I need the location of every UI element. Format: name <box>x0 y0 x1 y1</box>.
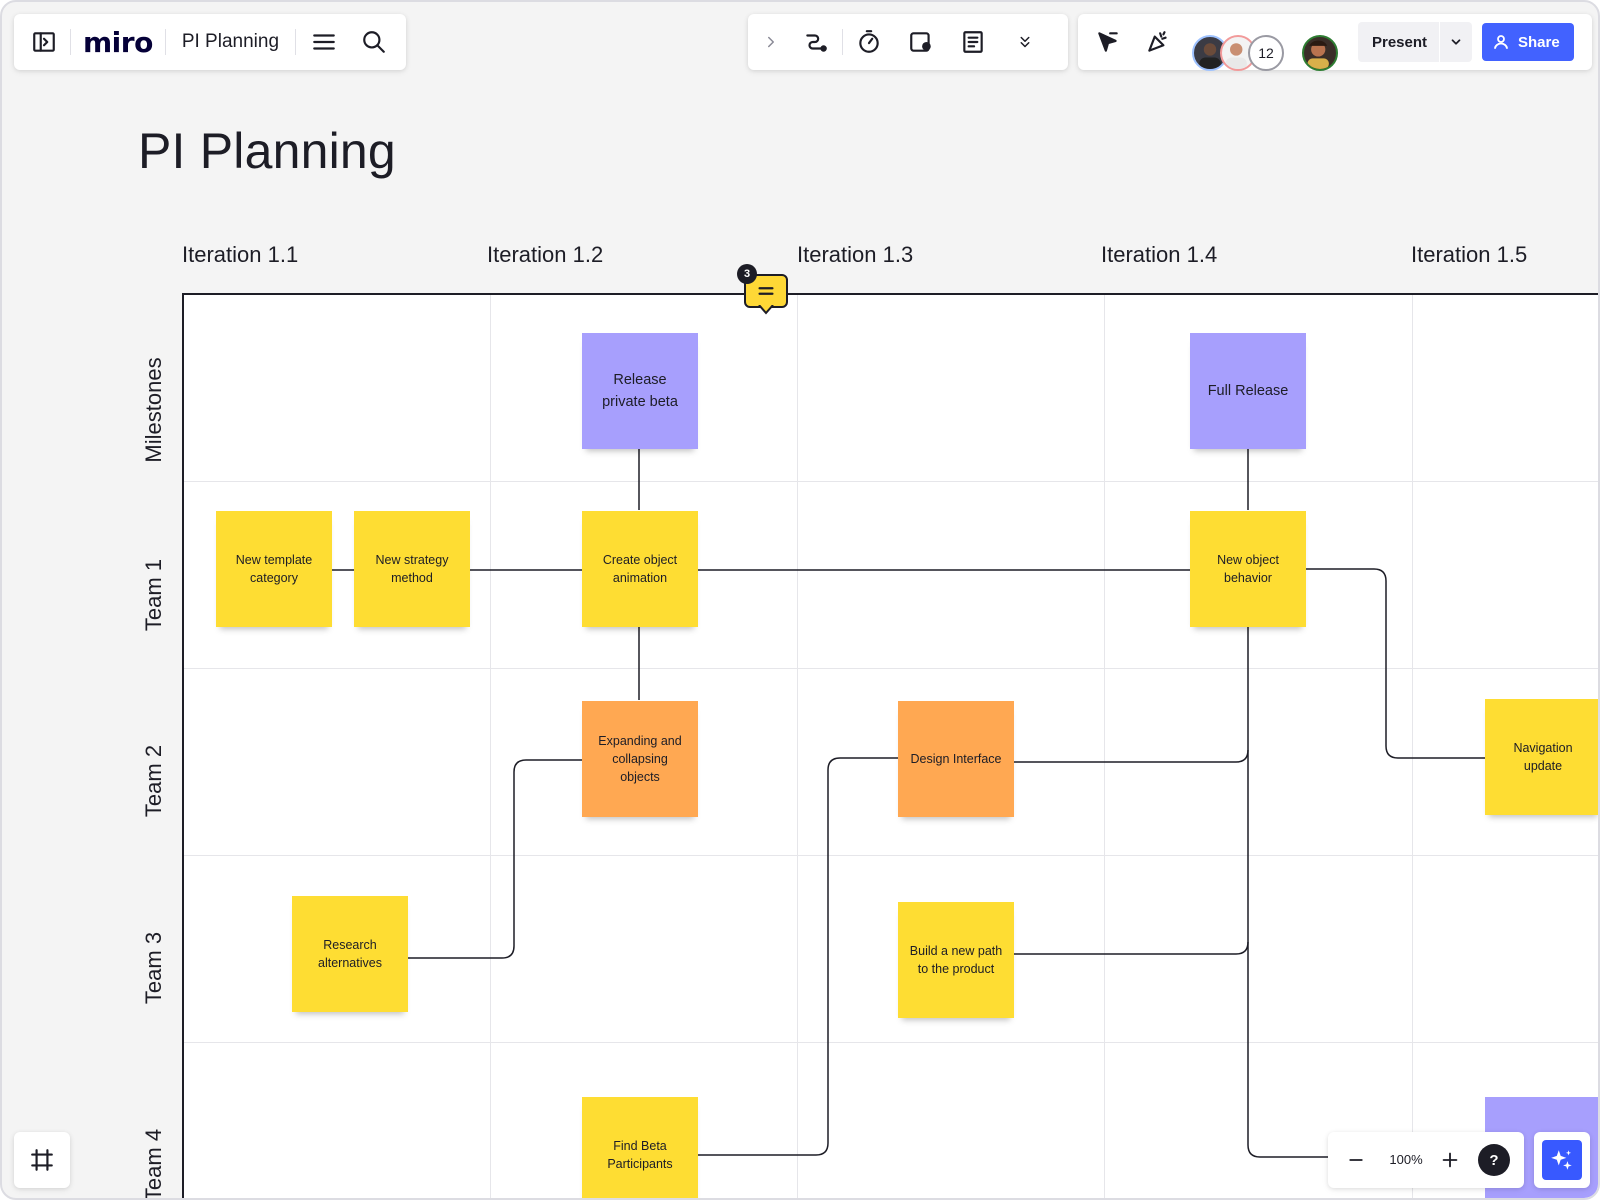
planning-grid <box>182 293 1598 1198</box>
sticky-note[interactable]: Navigation update <box>1485 699 1598 815</box>
iteration-header[interactable]: Iteration 1.5 <box>1411 242 1527 268</box>
user-icon <box>1492 33 1510 51</box>
grid-line <box>1104 295 1105 1198</box>
zoom-level[interactable]: 100% <box>1384 1152 1428 1167</box>
grid-line <box>797 295 798 1198</box>
zoom-panel: 100% ? <box>1328 1132 1524 1188</box>
sticky-note[interactable]: Create object animation <box>582 511 698 627</box>
board-name[interactable]: PI Planning <box>182 31 279 53</box>
collab-panel: 12 Present Share <box>1078 14 1592 71</box>
grid-line <box>184 668 1598 669</box>
ai-sparkle-icon <box>1542 1140 1582 1180</box>
sticky-note[interactable]: Build a new path to the product <box>898 902 1014 1018</box>
sidebar-toggle-icon[interactable] <box>24 22 64 62</box>
divider <box>70 29 71 55</box>
grid-line <box>184 855 1598 856</box>
divider <box>164 29 166 55</box>
ai-assist-button[interactable] <box>1534 1132 1590 1188</box>
divider <box>295 29 297 55</box>
miro-logo[interactable]: miro <box>83 26 153 59</box>
zoom-out-icon[interactable] <box>1336 1140 1376 1180</box>
notes-icon[interactable] <box>953 22 993 62</box>
sticky-note[interactable]: Release private beta <box>582 333 698 449</box>
timer-icon[interactable] <box>849 22 889 62</box>
sticky-note-add-icon[interactable] <box>901 22 941 62</box>
app-window: miro PI Planning 12 Present Share PI Pla… <box>0 0 1600 1200</box>
chevron-right-icon[interactable] <box>756 22 786 62</box>
sticky-note[interactable]: Find Beta Participants <box>582 1097 698 1198</box>
sticky-note[interactable]: Expanding and collapsing objects <box>582 701 698 817</box>
help-icon[interactable]: ? <box>1478 1144 1510 1176</box>
zoom-in-icon[interactable] <box>1430 1140 1470 1180</box>
current-user-avatar[interactable] <box>1302 35 1338 71</box>
comment-count-badge: 3 <box>737 264 757 284</box>
row-label-team-1[interactable]: Team 1 <box>141 535 167 655</box>
row-label-team-2[interactable]: Team 2 <box>141 721 167 841</box>
share-button[interactable]: Share <box>1482 23 1574 61</box>
iteration-header[interactable]: Iteration 1.4 <box>1101 242 1217 268</box>
tools-panel <box>748 14 1068 70</box>
iteration-header[interactable]: Iteration 1.2 <box>487 242 603 268</box>
row-label-milestones[interactable]: Milestones <box>141 350 167 470</box>
grid-line <box>184 1042 1598 1043</box>
frames-icon <box>22 1140 62 1180</box>
celebrate-icon[interactable] <box>1138 22 1178 62</box>
collaborator-count-badge[interactable]: 12 <box>1248 35 1284 71</box>
present-button-group: Present <box>1358 22 1472 62</box>
chevron-down-icon[interactable] <box>1440 22 1472 62</box>
row-label-team-4[interactable]: Team 4 <box>141 1105 167 1198</box>
top-left-panel: miro PI Planning <box>14 14 406 70</box>
frames-button[interactable] <box>14 1132 70 1188</box>
board-title[interactable]: PI Planning <box>138 122 396 180</box>
comment-tail <box>758 305 774 315</box>
grid-line <box>490 295 491 1198</box>
iteration-header[interactable]: Iteration 1.1 <box>182 242 298 268</box>
cursor-reaction-icon[interactable] <box>1088 22 1128 62</box>
share-label: Share <box>1518 33 1560 51</box>
menu-icon[interactable] <box>304 22 344 62</box>
sticky-note[interactable]: Full Release <box>1190 333 1306 449</box>
sticky-note[interactable]: Research alternatives <box>292 896 408 1012</box>
search-icon[interactable] <box>354 22 394 62</box>
grid-line <box>184 481 1598 482</box>
sticky-note[interactable]: New object behavior <box>1190 511 1306 627</box>
sticky-note[interactable]: New strategy method <box>354 511 470 627</box>
sticky-note[interactable]: Design Interface <box>898 701 1014 817</box>
sticky-note[interactable]: New template category <box>216 511 332 627</box>
iteration-header[interactable]: Iteration 1.3 <box>797 242 913 268</box>
divider <box>842 29 843 55</box>
row-label-team-3[interactable]: Team 3 <box>141 908 167 1028</box>
grid-line <box>1412 295 1413 1198</box>
connector-icon[interactable] <box>796 22 836 62</box>
present-button[interactable]: Present <box>1358 34 1439 51</box>
more-tools-icon[interactable] <box>1005 22 1045 62</box>
